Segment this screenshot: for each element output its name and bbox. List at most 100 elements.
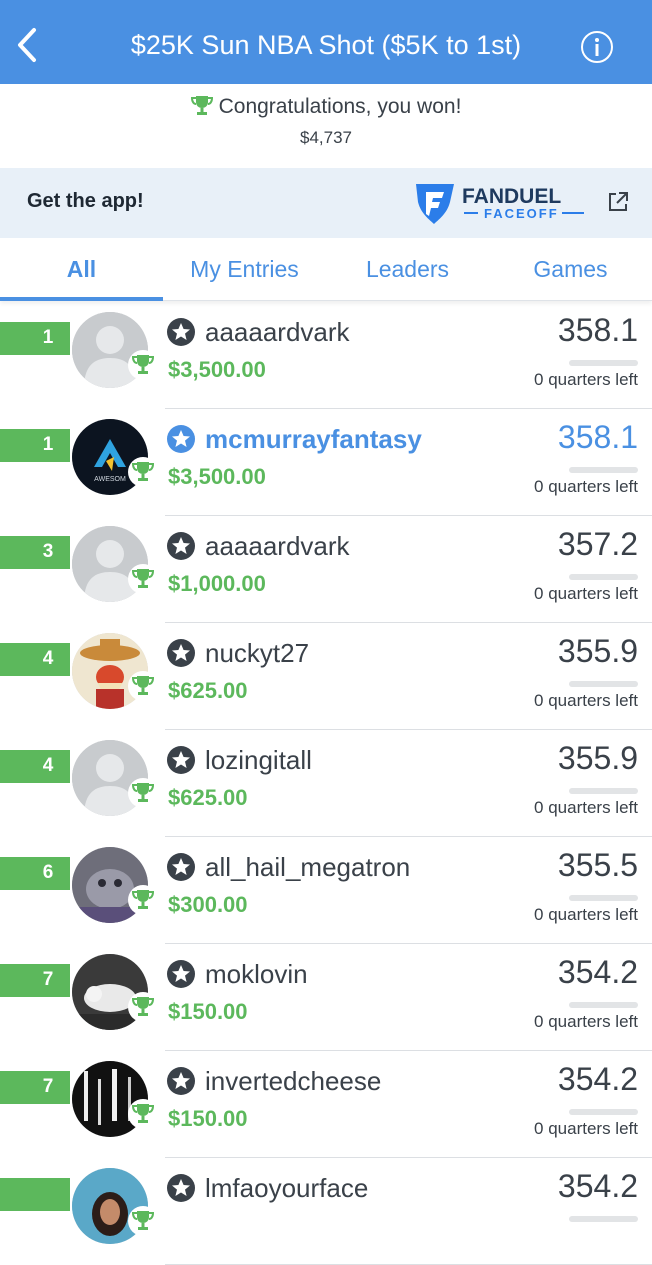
username[interactable]: aaaaardvark (205, 531, 350, 562)
svg-text:AWESOM: AWESOM (94, 476, 126, 483)
prize-amount: $1,000.00 (168, 571, 266, 596)
quarters-left: 0 quarters left (534, 477, 638, 496)
rank-badge: 3 (0, 536, 70, 569)
winner-trophy-icon (128, 885, 158, 915)
fantasy-score: 354.2 (557, 1061, 638, 1097)
faceoff-wordmark: FACEOFF (484, 206, 559, 221)
tab-my-entries[interactable]: My Entries (163, 238, 326, 300)
username[interactable]: lozingitall (205, 745, 312, 776)
rank-badge: 4 (0, 750, 70, 783)
prize-amount: $300.00 (168, 892, 248, 917)
progress-bar (569, 467, 638, 473)
rank-badge: 1 (0, 429, 70, 462)
progress-bar (569, 1216, 638, 1222)
progress-bar (569, 1002, 638, 1008)
username[interactable]: lmfaoyourface (205, 1173, 368, 1204)
tab-leaders[interactable]: Leaders (326, 238, 489, 300)
progress-bar (569, 681, 638, 687)
app-promo-banner[interactable]: Get the app! FANDUEL FACEOFF (0, 168, 652, 238)
username[interactable]: nuckyt27 (205, 638, 309, 669)
star-icon (166, 424, 196, 454)
rank-badge (0, 1178, 70, 1211)
winner-trophy-icon (128, 671, 158, 701)
star-icon (166, 638, 196, 668)
info-icon (581, 31, 613, 63)
win-amount: $4,737 (300, 128, 352, 147)
quarters-left: 0 quarters left (534, 584, 638, 603)
quarters-left: 0 quarters left (534, 798, 638, 817)
winner-trophy-icon (128, 1206, 158, 1236)
progress-bar (569, 574, 638, 580)
quarters-left: 0 quarters left (534, 370, 638, 389)
rank-badge: 7 (0, 1071, 70, 1104)
prize-amount: $150.00 (168, 999, 248, 1024)
prize-amount: $3,500.00 (168, 464, 266, 489)
fantasy-score: 357.2 (557, 526, 638, 562)
win-message: Congratulations, you won! (218, 95, 462, 118)
rank-badge: 6 (0, 857, 70, 890)
external-link-icon[interactable] (606, 190, 630, 219)
winner-trophy-icon (128, 350, 158, 380)
winner-trophy-icon (128, 457, 158, 487)
star-icon (166, 745, 196, 775)
leaderboard-row[interactable]: 4 lozingitall $625.00 355.9 0 quarters left (0, 730, 652, 837)
get-app-label: Get the app! (27, 190, 144, 212)
winner-trophy-icon (128, 778, 158, 808)
star-icon (166, 1173, 196, 1203)
quarters-left: 0 quarters left (534, 1012, 638, 1031)
winner-trophy-icon (128, 564, 158, 594)
fantasy-score: 355.5 (557, 847, 638, 883)
fanduel-faceoff-logo: FANDUEL FACEOFF (414, 180, 594, 226)
star-icon (166, 1066, 196, 1096)
fantasy-score: 354.2 (557, 954, 638, 990)
username[interactable]: aaaaardvark (205, 317, 350, 348)
rank-badge: 4 (0, 643, 70, 676)
leaderboard-row[interactable]: lmfaoyourface 354.2 (0, 1158, 652, 1265)
leaderboard-row[interactable]: 4 nuckyt27 $625.00 355.9 0 quarters left (0, 623, 652, 730)
active-tab-indicator (0, 297, 163, 301)
progress-bar (569, 360, 638, 366)
rank-badge: 7 (0, 964, 70, 997)
progress-bar (569, 895, 638, 901)
leaderboard-row[interactable]: 1 AWESOM mcmurrayfantasy $3,500.00 358.1 0 qu… (0, 409, 652, 516)
leaderboard-row[interactable]: 1 aaaaardvark $3,500.00 358.1 0 quarters lef… (0, 302, 652, 409)
page-title: $25K Sun NBA Shot ($5K to 1st) (130, 30, 522, 60)
fantasy-score: 358.1 (557, 419, 638, 455)
prize-amount: $3,500.00 (168, 357, 266, 382)
prize-amount: $625.00 (168, 785, 248, 810)
winner-trophy-icon (128, 1099, 158, 1129)
progress-bar (569, 1109, 638, 1115)
username[interactable]: moklovin (205, 959, 308, 990)
tab-all[interactable]: All (0, 238, 163, 300)
prize-amount: $150.00 (168, 1106, 248, 1131)
fantasy-score: 355.9 (557, 740, 638, 776)
fanduel-wordmark: FANDUEL (462, 185, 561, 208)
top-app-bar: $25K Sun NBA Shot ($5K to 1st) (0, 0, 652, 84)
username[interactable]: invertedcheese (205, 1066, 381, 1097)
star-icon (166, 852, 196, 882)
leaderboard-row[interactable]: 7 invertedcheese $150.00 354.2 0 quarters le… (0, 1051, 652, 1158)
star-icon (166, 531, 196, 561)
tab-games[interactable]: Games (489, 238, 652, 300)
leaderboard-row[interactable]: 3 aaaaardvark $1,000.00 357.2 0 quarters lef… (0, 516, 652, 623)
prize-amount: $625.00 (168, 678, 248, 703)
winner-trophy-icon (128, 992, 158, 1022)
star-icon (166, 959, 196, 989)
star-icon (166, 317, 196, 347)
fantasy-score: 354.2 (557, 1168, 638, 1204)
fantasy-score: 358.1 (557, 312, 638, 348)
leaderboard-row[interactable]: 7 moklovin $150.00 354.2 0 quarters left (0, 944, 652, 1051)
leaderboard-row[interactable]: 6 all_hail_megatron $300.00 355.5 0 quarters… (0, 837, 652, 944)
win-banner: Congratulations, you won! $4,737 (0, 84, 652, 168)
quarters-left: 0 quarters left (534, 691, 638, 710)
tab-bar: All My Entries Leaders Games (0, 238, 652, 301)
win-message-line: Congratulations, you won! (0, 94, 652, 122)
rank-badge: 1 (0, 322, 70, 355)
info-button[interactable] (580, 30, 614, 64)
trophy-icon (190, 94, 213, 122)
quarters-left: 0 quarters left (534, 905, 638, 924)
back-button[interactable] (10, 22, 46, 66)
progress-bar (569, 788, 638, 794)
username[interactable]: mcmurrayfantasy (205, 424, 422, 455)
username[interactable]: all_hail_megatron (205, 852, 410, 883)
